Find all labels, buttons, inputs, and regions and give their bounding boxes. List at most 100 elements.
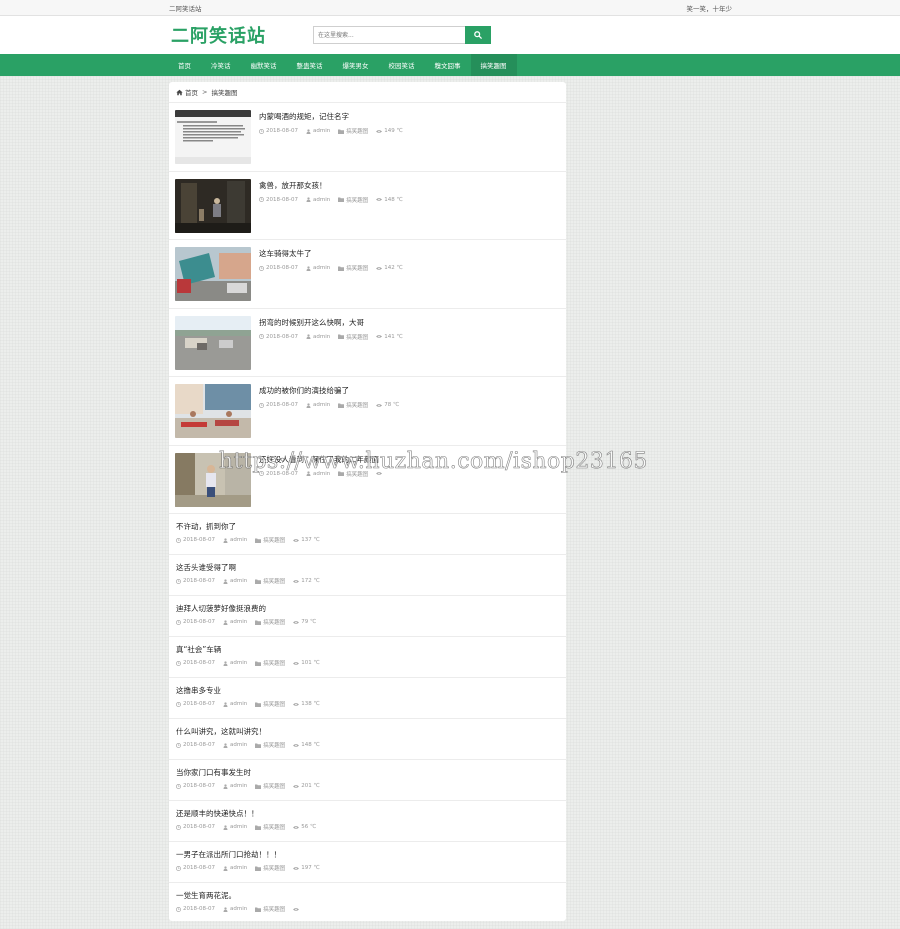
post-thumbnail[interactable]: [175, 452, 251, 507]
post-title[interactable]: 一男子在派出所门口抢劫！！！: [176, 849, 281, 860]
search-input[interactable]: [313, 26, 465, 44]
nav-item[interactable]: 校园笑话: [379, 54, 425, 76]
post-item: 内蒙喝酒的规矩，记住名字 2018-08-07 admin 搞笑趣图 149 ℃: [169, 103, 566, 172]
post-title[interactable]: 这撸串多专业: [176, 685, 221, 696]
post-author[interactable]: admin: [223, 537, 247, 543]
post-thumbnail[interactable]: [175, 315, 251, 370]
post-category[interactable]: 搞笑趣图: [255, 700, 285, 708]
user-icon: [223, 537, 228, 543]
post-author[interactable]: admin: [306, 402, 330, 408]
post-category[interactable]: 搞笑趣图: [338, 470, 368, 478]
post-title[interactable]: 这舌头谁受得了啊: [176, 562, 236, 573]
post-title[interactable]: 成功的被你们的演技给骗了: [259, 385, 349, 396]
nav-item[interactable]: 整蛊笑话: [287, 54, 333, 76]
post-date: 2018-08-07: [176, 865, 215, 871]
post-author[interactable]: admin: [223, 783, 247, 789]
nav-item[interactable]: 糗文囧事: [425, 54, 471, 76]
post-title[interactable]: 不许动，抓到你了: [176, 521, 236, 532]
nav-item[interactable]: 幽默笑话: [241, 54, 287, 76]
post-author[interactable]: admin: [223, 701, 247, 707]
post-category-text: 搞笑趣图: [263, 620, 286, 626]
site-logo[interactable]: 二阿笑话站: [171, 22, 266, 48]
post-title[interactable]: 这车骑得太牛了: [259, 248, 312, 259]
post-category-text: 搞笑趣图: [263, 661, 286, 667]
post-author-text: admin: [229, 865, 248, 871]
post-title[interactable]: 一觉生育两花泥。: [176, 890, 236, 901]
post-views-text: 148 ℃: [384, 196, 403, 203]
post-title[interactable]: 还好没人看到，保住了我的二年颜面: [259, 454, 379, 465]
post-meta: 2018-08-07 admin 搞笑趣图 101 ℃: [176, 659, 328, 667]
user-icon: [223, 824, 228, 830]
post-category[interactable]: 搞笑趣图: [255, 536, 285, 544]
post-author[interactable]: admin: [306, 334, 330, 340]
post-author[interactable]: admin: [306, 471, 330, 477]
post-meta: 2018-08-07 admin 搞笑趣图 201 ℃: [176, 782, 328, 790]
post-author[interactable]: admin: [306, 197, 330, 203]
post-meta: 2018-08-07 admin 搞笑趣图 141 ℃: [259, 333, 411, 341]
clock-icon: [259, 334, 264, 339]
post-author[interactable]: admin: [223, 660, 247, 666]
post-author[interactable]: admin: [306, 128, 330, 134]
post-category[interactable]: 搞笑趣图: [338, 127, 368, 135]
post-category[interactable]: 搞笑趣图: [255, 905, 285, 913]
post-date-text: 2018-08-07: [266, 402, 298, 408]
post-category[interactable]: 搞笑趣图: [255, 577, 285, 585]
post-category[interactable]: 搞笑趣图: [338, 333, 368, 341]
post-author[interactable]: admin: [223, 824, 247, 830]
post-category[interactable]: 搞笑趣图: [255, 782, 285, 790]
search-button[interactable]: [465, 26, 491, 44]
post-views-text: 101 ℃: [301, 660, 320, 666]
nav-item[interactable]: 爆笑男女: [333, 54, 379, 76]
post-title[interactable]: 当你家门口有事发生时: [176, 767, 251, 778]
nav-item[interactable]: 冷笑话: [201, 54, 241, 76]
post-category-text: 搞笑趣图: [346, 129, 369, 135]
post-meta: 2018-08-07 admin 搞笑趣图 148 ℃: [176, 741, 328, 749]
user-icon: [223, 865, 228, 871]
post-title[interactable]: 迪拜人切菠萝好像挺浪费的: [176, 603, 266, 614]
post-category[interactable]: 搞笑趣图: [255, 823, 285, 831]
post-author[interactable]: admin: [223, 578, 247, 584]
nav-item[interactable]: 首页: [168, 54, 201, 76]
post-author[interactable]: admin: [223, 619, 247, 625]
post-category[interactable]: 搞笑趣图: [338, 196, 368, 204]
post-author[interactable]: admin: [223, 742, 247, 748]
post-thumbnail[interactable]: [175, 247, 251, 301]
post-thumbnail[interactable]: [175, 110, 251, 164]
post-thumbnail[interactable]: [175, 384, 251, 438]
nav-item[interactable]: 搞笑趣图: [470, 54, 517, 76]
post-category[interactable]: 搞笑趣图: [255, 741, 285, 749]
post-category[interactable]: 搞笑趣图: [255, 659, 285, 667]
post-title[interactable]: 真“社会”车辆: [176, 644, 221, 655]
post-date-text: 2018-08-07: [183, 824, 215, 830]
eye-icon: [376, 335, 383, 338]
post-views: 197 ℃: [293, 865, 320, 871]
folder-icon: [338, 403, 345, 408]
eye-icon: [293, 538, 300, 542]
post-date-text: 2018-08-07: [183, 660, 215, 666]
post-category-text: 搞笑趣图: [263, 743, 286, 749]
folder-icon: [255, 866, 262, 871]
eye-icon: [293, 743, 300, 747]
post-category[interactable]: 搞笑趣图: [338, 264, 368, 272]
post-category[interactable]: 搞笑趣图: [338, 401, 368, 409]
post-title[interactable]: 内蒙喝酒的规矩，记住名字: [259, 111, 349, 122]
post-title[interactable]: 禽兽，放开那女孩！: [259, 180, 327, 191]
folder-icon: [255, 579, 262, 584]
eye-icon: [293, 661, 300, 665]
post-views: 141 ℃: [376, 334, 403, 340]
user-icon: [223, 619, 228, 625]
post-author[interactable]: admin: [223, 865, 247, 871]
post-category[interactable]: 搞笑趣图: [255, 864, 285, 872]
post-title[interactable]: 还是顺丰的快递快点！！: [176, 808, 259, 819]
post-category[interactable]: 搞笑趣图: [255, 618, 285, 626]
clock-icon: [176, 906, 181, 912]
breadcrumb-home[interactable]: 首页: [185, 87, 198, 97]
post-author[interactable]: admin: [306, 265, 330, 271]
search-form: [313, 26, 491, 44]
post-author-text: admin: [229, 619, 248, 625]
post-title[interactable]: 拐弯的时候别开这么快啊，大哥: [259, 317, 364, 328]
post-author-text: admin: [229, 742, 248, 748]
post-thumbnail[interactable]: [175, 178, 251, 233]
post-author[interactable]: admin: [223, 906, 247, 912]
post-title[interactable]: 什么叫讲究，这就叫讲究！: [176, 726, 266, 737]
